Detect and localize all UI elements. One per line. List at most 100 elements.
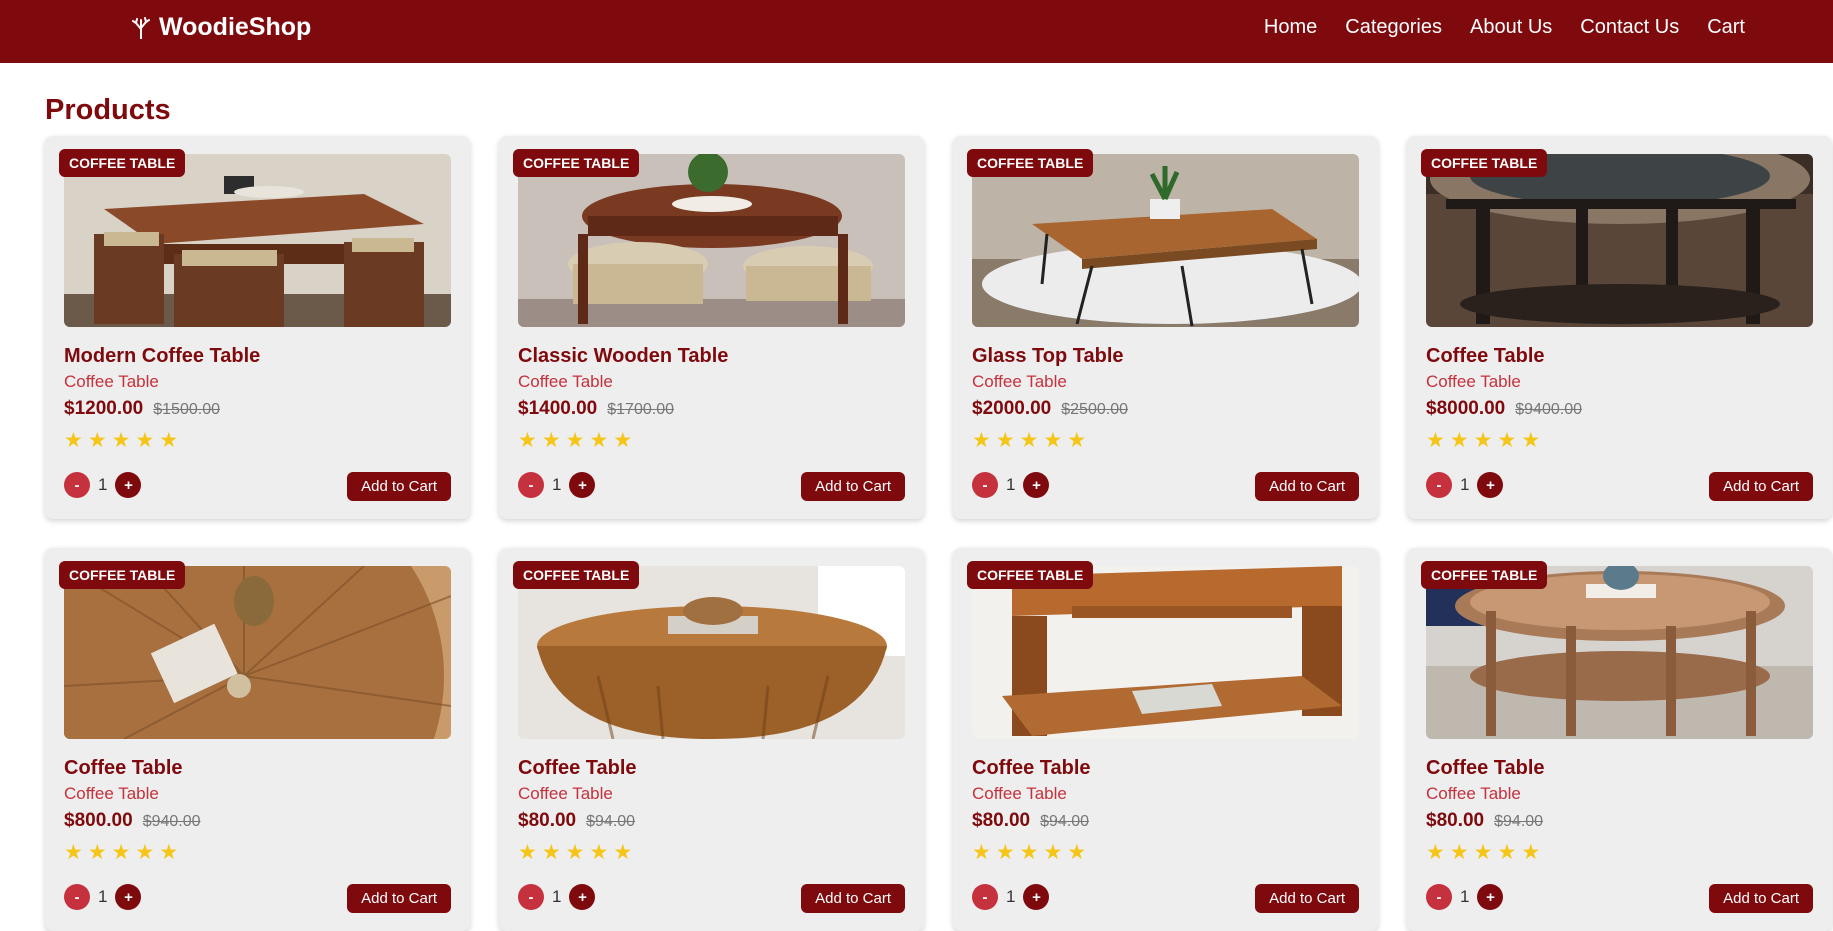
star-icon: ★: [541, 429, 561, 452]
add-to-cart-button[interactable]: Add to Cart: [347, 884, 451, 913]
star-icon: ★: [995, 841, 1015, 864]
product-image-hairpin-leg-table[interactable]: [972, 154, 1359, 327]
category-badge: COFFEE TABLE: [513, 561, 640, 589]
add-to-cart-button[interactable]: Add to Cart: [1255, 884, 1359, 913]
product-name[interactable]: Coffee Table: [1426, 757, 1545, 780]
decrease-quantity-button[interactable]: -: [64, 472, 90, 498]
price-row: $1200.00 $1500.00: [64, 398, 220, 420]
original-price: $9400.00: [1515, 401, 1582, 418]
star-icon: ★: [613, 841, 633, 864]
nav-cart[interactable]: Cart: [1707, 16, 1745, 39]
star-icon: ★: [518, 429, 537, 452]
star-icon: ★: [995, 429, 1015, 452]
rating-stars: ★ ★ ★ ★ ★: [1426, 842, 1540, 863]
increase-quantity-button[interactable]: +: [1477, 884, 1504, 910]
nav-contact-us[interactable]: Contact Us: [1580, 16, 1679, 39]
decrease-quantity-button[interactable]: -: [518, 884, 544, 910]
product-image-round-two-tier-table[interactable]: [1426, 566, 1813, 739]
star-icon: ★: [1473, 841, 1493, 864]
current-price: $1400.00: [518, 398, 598, 419]
product-card: COFFEE TABLE Classic Wooden Table Coffee…: [499, 136, 924, 519]
add-to-cart-button[interactable]: Add to Cart: [801, 472, 905, 501]
decrease-quantity-button[interactable]: -: [1426, 472, 1452, 498]
star-icon: ★: [1067, 841, 1087, 864]
increase-quantity-button[interactable]: +: [115, 884, 142, 910]
increase-quantity-button[interactable]: +: [1477, 472, 1504, 498]
original-price: $94.00: [586, 813, 636, 830]
quantity-stepper: - 1 +: [972, 884, 1050, 910]
price-row: $80.00 $94.00: [518, 810, 635, 832]
increase-quantity-button[interactable]: +: [1023, 472, 1050, 498]
nav-about-us[interactable]: About Us: [1470, 16, 1552, 39]
product-image-round-sunburst-table-top[interactable]: [64, 566, 451, 739]
product-name[interactable]: Coffee Table: [1426, 345, 1545, 368]
star-icon: ★: [111, 841, 131, 864]
product-image-dark-round-glass-table[interactable]: [1426, 154, 1813, 327]
category-badge: COFFEE TABLE: [59, 149, 186, 177]
price-row: $1400.00 $1700.00: [518, 398, 674, 420]
price-row: $80.00 $94.00: [1426, 810, 1543, 832]
star-icon: ★: [589, 429, 609, 452]
star-icon: ★: [1426, 429, 1445, 452]
quantity-value: 1: [98, 887, 108, 906]
current-price: $2000.00: [972, 398, 1052, 419]
decrease-quantity-button[interactable]: -: [518, 472, 544, 498]
rating-stars: ★ ★ ★ ★ ★: [1426, 430, 1540, 451]
star-icon: ★: [87, 429, 107, 452]
product-card: COFFEE TABLE Coffee Table Coffee Table $…: [45, 548, 470, 931]
decrease-quantity-button[interactable]: -: [972, 884, 998, 910]
increase-quantity-button[interactable]: +: [1023, 884, 1050, 910]
decrease-quantity-button[interactable]: -: [972, 472, 998, 498]
add-to-cart-button[interactable]: Add to Cart: [801, 884, 905, 913]
product-category: Coffee Table: [518, 372, 613, 391]
product-card: COFFEE TABLE Glass Top Table Coffee Tabl…: [953, 136, 1378, 519]
product-category: Coffee Table: [972, 784, 1067, 803]
product-grid: COFFEE TABLE Modern Coffee Table Coffee …: [45, 136, 1832, 931]
star-icon: ★: [159, 429, 179, 452]
product-image-drum-table[interactable]: [518, 566, 905, 739]
product-name[interactable]: Coffee Table: [518, 757, 637, 780]
quantity-value: 1: [1460, 475, 1470, 494]
add-to-cart-button[interactable]: Add to Cart: [1255, 472, 1359, 501]
current-price: $80.00: [518, 810, 577, 831]
category-badge: COFFEE TABLE: [1421, 561, 1548, 589]
increase-quantity-button[interactable]: +: [569, 884, 596, 910]
navbar: WoodieShop Home Categories About Us Cont…: [0, 0, 1833, 63]
star-icon: ★: [135, 429, 155, 452]
increase-quantity-button[interactable]: +: [115, 472, 142, 498]
brand[interactable]: WoodieShop: [131, 13, 311, 42]
rating-stars: ★ ★ ★ ★ ★: [64, 430, 178, 451]
star-icon: ★: [111, 429, 131, 452]
nav-home[interactable]: Home: [1264, 16, 1317, 39]
price-row: $80.00 $94.00: [972, 810, 1089, 832]
star-icon: ★: [1043, 841, 1063, 864]
product-name[interactable]: Modern Coffee Table: [64, 345, 260, 368]
original-price: $1500.00: [153, 401, 220, 418]
decrease-quantity-button[interactable]: -: [1426, 884, 1452, 910]
quantity-stepper: - 1 +: [518, 472, 596, 498]
add-to-cart-button[interactable]: Add to Cart: [347, 472, 451, 501]
add-to-cart-button[interactable]: Add to Cart: [1709, 472, 1813, 501]
product-name[interactable]: Coffee Table: [64, 757, 183, 780]
product-name[interactable]: Classic Wooden Table: [518, 345, 728, 368]
product-card: COFFEE TABLE Coffee Table Coffee Table $…: [499, 548, 924, 931]
page-title: Products: [45, 94, 171, 126]
star-icon: ★: [1497, 841, 1517, 864]
star-icon: ★: [1521, 429, 1541, 452]
quantity-stepper: - 1 +: [64, 884, 142, 910]
product-image-round-table-with-stools[interactable]: [518, 154, 905, 327]
quantity-value: 1: [98, 475, 108, 494]
original-price: $94.00: [1040, 813, 1090, 830]
original-price: $2500.00: [1061, 401, 1128, 418]
decrease-quantity-button[interactable]: -: [64, 884, 90, 910]
nav-categories[interactable]: Categories: [1345, 16, 1442, 39]
product-name[interactable]: Coffee Table: [972, 757, 1091, 780]
product-name[interactable]: Glass Top Table: [972, 345, 1124, 368]
product-image-square-table-with-stools[interactable]: [64, 154, 451, 327]
quantity-value: 1: [552, 887, 562, 906]
star-icon: ★: [1449, 429, 1469, 452]
tree-icon: [132, 16, 150, 39]
add-to-cart-button[interactable]: Add to Cart: [1709, 884, 1813, 913]
product-image-rectangular-shelf-table[interactable]: [972, 566, 1359, 739]
increase-quantity-button[interactable]: +: [569, 472, 596, 498]
